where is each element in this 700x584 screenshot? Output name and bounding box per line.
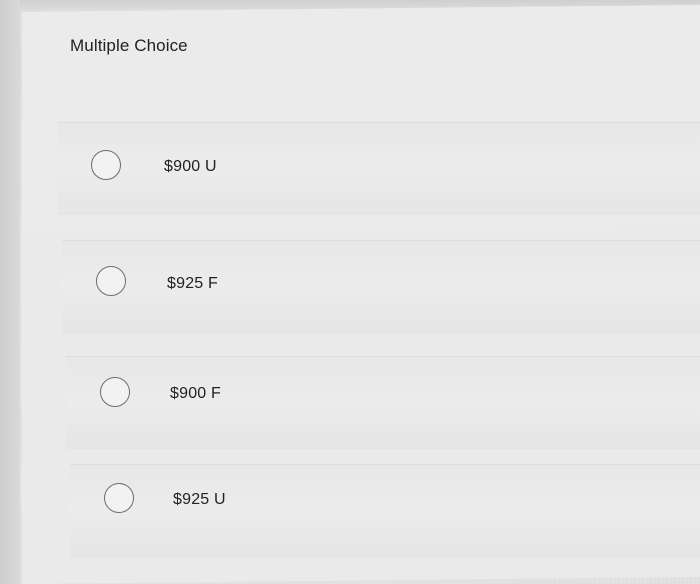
screen-background: Multiple Choice $900 U $925 F $900 F $92… [0,0,700,584]
screen-edge-left [0,0,20,584]
radio-option-2[interactable] [96,266,126,296]
option-label-3: $900 F [170,385,222,402]
option-label-1: $900 U [164,158,217,175]
option-label-2: $925 F [167,275,219,292]
radio-option-1[interactable] [91,150,121,180]
radio-option-4[interactable] [104,483,134,513]
option-row-4[interactable] [70,464,700,557]
radio-option-3[interactable] [100,377,130,407]
question-title: Multiple Choice [70,36,188,55]
option-row-1[interactable] [58,122,700,215]
option-row-2[interactable] [62,240,700,333]
option-row-3[interactable] [66,356,700,449]
option-label-4: $925 U [173,491,226,508]
